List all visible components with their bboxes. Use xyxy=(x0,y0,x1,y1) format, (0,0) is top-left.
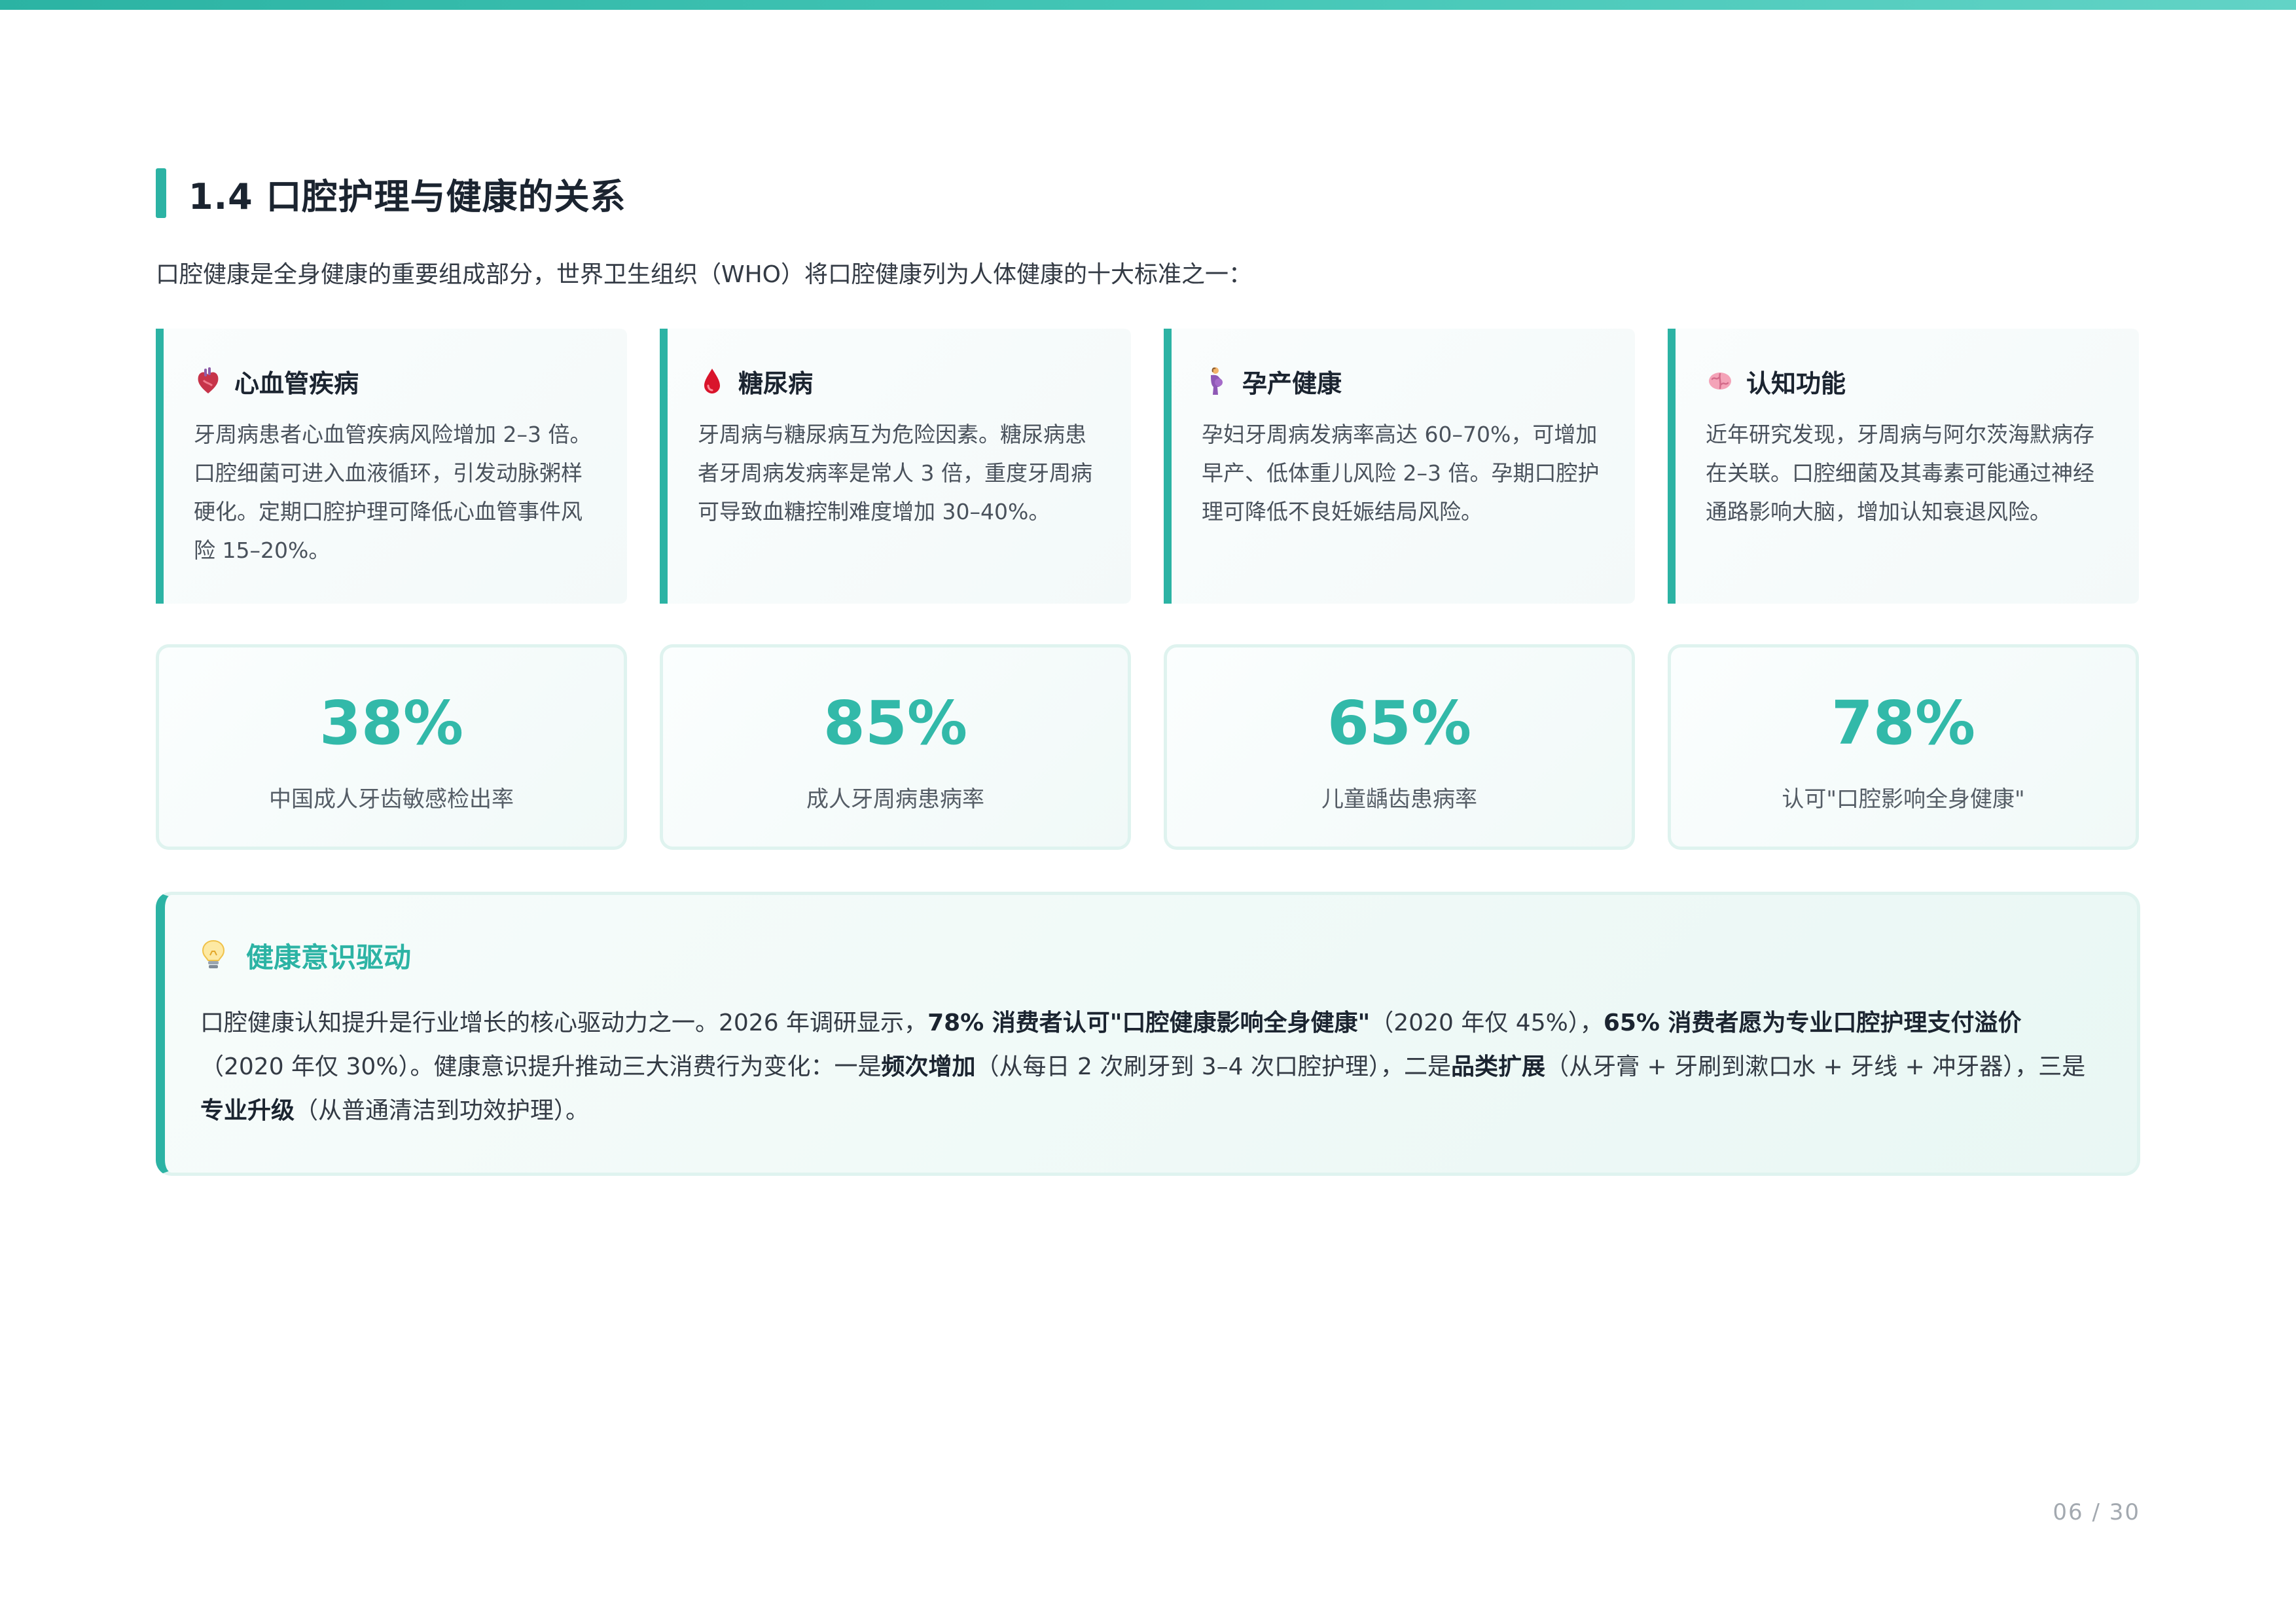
stat-label: 中国成人牙齿敏感检出率 xyxy=(269,786,514,812)
insight-paragraph: 口腔健康认知提升是行业增长的核心驱动力之一。2026 年调研显示，78% 消费者… xyxy=(200,1001,2098,1133)
card-cardiovascular: 心血管疾病 牙周病患者心血管疾病风险增加 2–3 倍。口腔细菌可进入血液循环，引… xyxy=(156,329,627,604)
insight-text: （2020 年仅 30%）。健康意识提升推动三大消费行为变化：一是 xyxy=(200,1053,882,1080)
stats-row: 38% 中国成人牙齿敏感检出率 85% 成人牙周病患病率 65% 儿童龋齿患病率… xyxy=(156,644,2140,850)
heading-accent-bar xyxy=(156,168,166,218)
insight-highlight: 专业升级 xyxy=(200,1097,295,1124)
card-title: 糖尿病 xyxy=(738,369,814,398)
stat-label: 认可"口腔影响全身健康" xyxy=(1782,786,2025,812)
stat-caries: 65% 儿童龋齿患病率 xyxy=(1164,644,1635,850)
card-title: 孕产健康 xyxy=(1242,369,1342,398)
stat-value: 78% xyxy=(1831,688,1976,758)
insight-highlight: 65% 消费者愿为专业口腔护理支付溢价 xyxy=(1603,1010,2022,1036)
top-accent-bar xyxy=(0,0,2296,10)
page-number: 06 / 30 xyxy=(2053,1499,2140,1525)
brain-icon xyxy=(1706,365,1734,397)
insight-text: （从普通清洁到功效护理）。 xyxy=(295,1097,590,1124)
card-text: 孕妇牙周病发病率高达 60–70%，可增加早产、低体重儿风险 2–3 倍。孕期口… xyxy=(1202,422,1600,524)
stat-awareness: 78% 认可"口腔影响全身健康" xyxy=(1668,644,2139,850)
card-text: 近年研究发现，牙周病与阿尔茨海默病存在关联。口腔细菌及其毒素可能通过神经通路影响… xyxy=(1706,422,2094,524)
section-heading: 1.4 口腔护理与健康的关系 xyxy=(156,168,626,218)
insight-text: （2020 年仅 45%）， xyxy=(1370,1010,1604,1036)
insight-text: （从每日 2 次刷牙到 3–4 次口腔护理），二是 xyxy=(975,1053,1452,1080)
stat-label: 成人牙周病患病率 xyxy=(806,786,984,812)
card-title: 认知功能 xyxy=(1746,369,1846,398)
card-text: 牙周病患者心血管疾病风险增加 2–3 倍。口腔细菌可进入血液循环，引发动脉粥样硬… xyxy=(194,422,592,563)
card-diabetes: 糖尿病 牙周病与糖尿病互为危险因素。糖尿病患者牙周病发病率是常人 3 倍，重度牙… xyxy=(660,329,1131,604)
page-title: 1.4 口腔护理与健康的关系 xyxy=(188,175,626,217)
stat-value: 85% xyxy=(823,688,968,758)
insight-highlight: 78% 消费者认可"口腔健康影响全身健康" xyxy=(927,1010,1371,1036)
stat-sensitivity: 38% 中国成人牙齿敏感检出率 xyxy=(156,644,627,850)
insight-box: 健康意识驱动 口腔健康认知提升是行业增长的核心驱动力之一。2026 年调研显示，… xyxy=(156,892,2140,1176)
card-text: 牙周病与糖尿病互为危险因素。糖尿病患者牙周病发病率是常人 3 倍，重度牙周病可导… xyxy=(698,422,1092,524)
health-relation-cards: 心血管疾病 牙周病患者心血管疾病风险增加 2–3 倍。口腔细菌可进入血液循环，引… xyxy=(156,329,2140,604)
card-cognition: 认知功能 近年研究发现，牙周病与阿尔茨海默病存在关联。口腔细菌及其毒素可能通过神… xyxy=(1668,329,2139,604)
card-pregnancy: 孕产健康 孕妇牙周病发病率高达 60–70%，可增加早产、低体重儿风险 2–3 … xyxy=(1164,329,1635,604)
stat-value: 65% xyxy=(1327,688,1472,758)
blood-drop-icon xyxy=(698,365,726,397)
stat-periodontal: 85% 成人牙周病患病率 xyxy=(660,644,1131,850)
stat-label: 儿童龋齿患病率 xyxy=(1321,786,1477,812)
insight-title: 健康意识驱动 xyxy=(246,941,412,974)
insight-text: （从牙膏 + 牙刷到漱口水 + 牙线 + 冲牙器），三是 xyxy=(1545,1053,2086,1080)
intro-paragraph: 口腔健康是全身健康的重要组成部分，世界卫生组织（WHO）将口腔健康列为人体健康的… xyxy=(156,261,1253,288)
insight-highlight: 频次增加 xyxy=(881,1053,976,1080)
stat-value: 38% xyxy=(319,688,464,758)
pregnant-woman-icon xyxy=(1202,365,1230,397)
card-title: 心血管疾病 xyxy=(234,369,359,398)
lightbulb-icon xyxy=(200,938,226,972)
insight-highlight: 品类扩展 xyxy=(1451,1053,1546,1080)
insight-text: 口腔健康认知提升是行业增长的核心驱动力之一。2026 年调研显示， xyxy=(200,1010,928,1036)
heart-icon xyxy=(194,365,223,397)
